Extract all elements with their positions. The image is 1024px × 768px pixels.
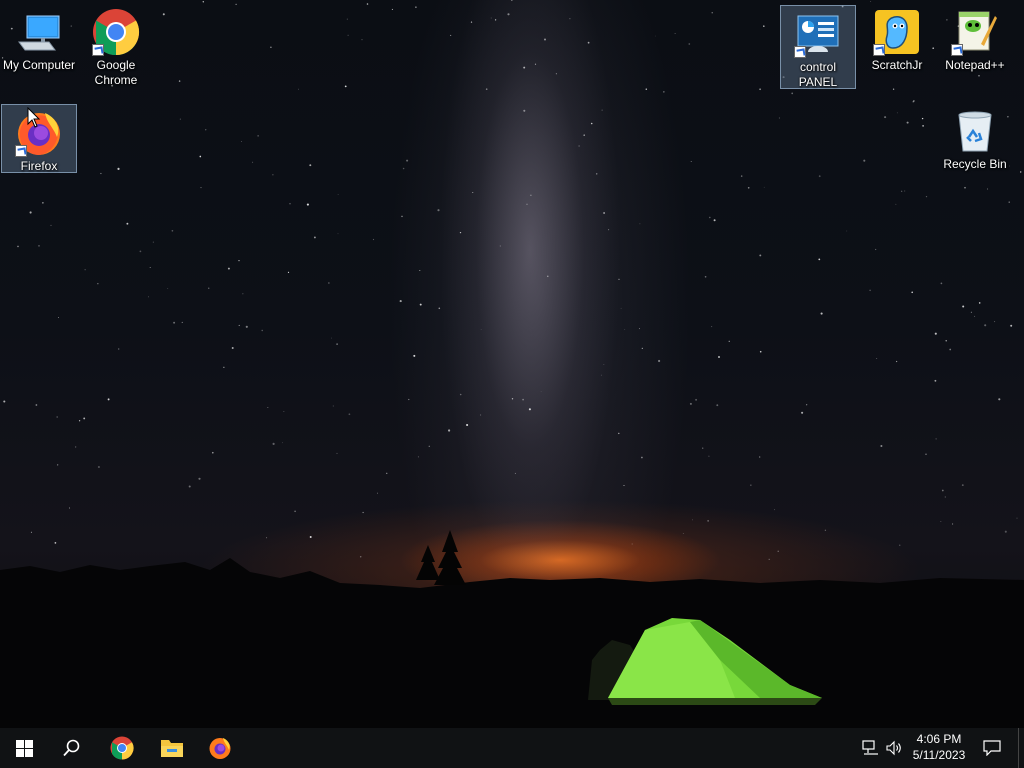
desktop-icon-control-panel[interactable]: control PANEL — [780, 5, 856, 89]
desktop-icon-label: control PANEL — [798, 60, 838, 89]
desktop-icon-label: Recycle Bin — [943, 157, 1007, 171]
computer-icon — [15, 8, 63, 56]
chrome-icon — [110, 736, 134, 760]
shortcut-arrow-icon — [873, 44, 885, 56]
desktop-icon-label: My Computer — [2, 58, 76, 72]
desktop-icon-label: Firefox — [20, 159, 58, 173]
notepad-plus-plus-icon — [951, 8, 999, 56]
search-button[interactable] — [48, 728, 96, 768]
shortcut-arrow-icon — [794, 46, 806, 58]
search-icon — [63, 739, 80, 757]
tray-volume[interactable] — [883, 728, 905, 768]
firefox-icon — [209, 738, 231, 759]
desktop-icon-recycle-bin[interactable]: Recycle Bin — [937, 103, 1013, 172]
desktop-icon-label: Notepad++ — [945, 58, 1005, 72]
desktop-icon-notepad-plus-plus[interactable]: Notepad++ — [937, 4, 1013, 73]
recycle-bin-icon — [951, 107, 999, 155]
show-desktop-button[interactable] — [1018, 728, 1024, 768]
desktop-icon-my-computer[interactable]: My Computer — [1, 4, 77, 73]
desktop[interactable]: My Computer Google Chrome Firefox contro… — [0, 0, 1024, 728]
control-panel-icon — [794, 10, 842, 58]
start-icon — [15, 739, 33, 757]
desktop-icon-label: ScratchJr — [871, 58, 923, 72]
shortcut-arrow-icon — [15, 145, 27, 157]
desktop-icon-scratchjr[interactable]: ScratchJr — [859, 4, 935, 73]
taskbar-chrome-button[interactable] — [98, 728, 146, 768]
volume-icon — [886, 740, 901, 756]
desktop-icon-label: Google Chrome — [94, 58, 138, 87]
taskbar-firefox-button[interactable] — [196, 728, 244, 768]
start-button[interactable] — [0, 728, 48, 768]
network-icon — [862, 740, 878, 755]
shortcut-arrow-icon — [92, 44, 104, 56]
chrome-icon — [92, 8, 140, 56]
clock-date: 5/11/2023 — [912, 748, 966, 762]
taskbar: 4:06 PM 5/11/2023 — [0, 728, 1024, 768]
tray-network[interactable] — [860, 728, 882, 768]
notification-icon — [983, 740, 1001, 756]
taskbar-file-explorer-button[interactable] — [148, 728, 196, 768]
taskbar-clock[interactable]: 4:06 PM 5/11/2023 — [906, 728, 972, 768]
wallpaper-scenery — [0, 530, 1024, 728]
scratchjr-icon — [873, 8, 921, 56]
desktop-icon-google-chrome[interactable]: Google Chrome — [78, 4, 154, 88]
file-explorer-icon — [161, 740, 183, 757]
mouse-cursor-icon — [27, 107, 41, 128]
shortcut-arrow-icon — [951, 44, 963, 56]
notification-center-button[interactable] — [978, 728, 1006, 768]
clock-time: 4:06 PM — [916, 732, 962, 746]
